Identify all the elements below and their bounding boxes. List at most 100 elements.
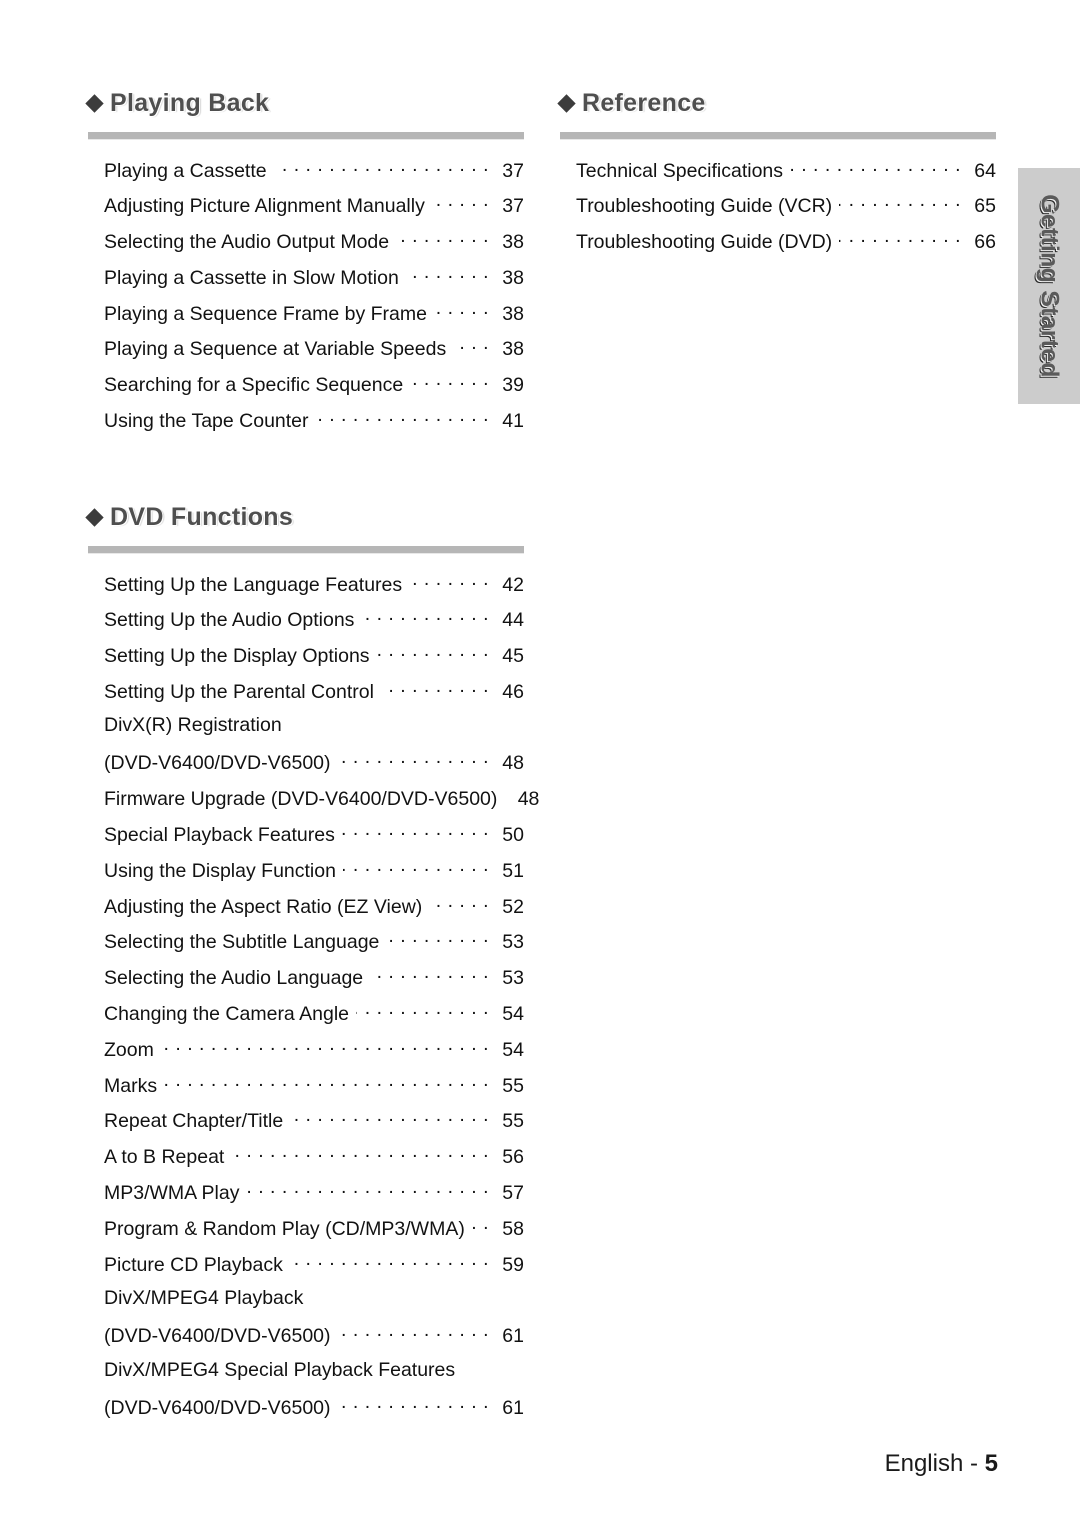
toc-entry[interactable]: Setting Up the Audio Options 44 xyxy=(104,607,524,643)
toc-entry[interactable]: Setting Up the Parental Control 46 xyxy=(104,678,524,714)
toc-dot-leader xyxy=(290,1108,489,1128)
toc-entry-label: Repeat Chapter/Title xyxy=(104,1110,284,1133)
toc-entry[interactable]: Picture CD Playback 59 xyxy=(104,1251,524,1287)
toc-entry-label: Adjusting the Aspect Ratio (EZ View) xyxy=(104,895,423,918)
toc-dot-leader xyxy=(338,1394,489,1414)
section-dvd-functions: DVD Functions Setting Up the Language Fe… xyxy=(85,500,539,1430)
toc-entry-label: Troubleshooting Guide (DVD) xyxy=(576,231,833,254)
toc-entry[interactable]: Selecting the Subtitle Language 53 xyxy=(104,929,524,965)
toc-dot-leader xyxy=(316,408,489,428)
toc-entry[interactable]: Setting Up the Display Options 45 xyxy=(104,643,524,679)
toc-entry-label: Searching for a Specific Sequence xyxy=(104,374,404,397)
toc-entry-label: Setting Up the Parental Control xyxy=(104,680,374,703)
toc-dot-leader xyxy=(429,893,489,913)
section-reference: Reference Technical Specifications 64 Trou… xyxy=(557,86,996,264)
section-rule xyxy=(560,132,996,139)
toc-entry[interactable]: Zoom 54 xyxy=(104,1036,524,1072)
toc-entry[interactable]: Playing a Cassette 37 xyxy=(104,157,524,193)
toc-entry[interactable]: MP3/WMA Play 57 xyxy=(104,1180,524,1216)
toc-entry[interactable]: DivX(R) Registration xyxy=(104,714,524,750)
toc-entry[interactable]: DivX/MPEG4 Playback xyxy=(104,1287,524,1323)
toc-entry[interactable]: Technical Specifications 64 xyxy=(576,157,996,193)
toc-entry-label: Playing a Cassette in Slow Motion xyxy=(104,266,399,289)
toc-dot-leader xyxy=(386,929,489,949)
toc-entry-label: Playing a Cassette xyxy=(104,159,267,182)
toc-entry[interactable]: Changing the Camera Angle 54 xyxy=(104,1001,524,1037)
toc-entry[interactable]: Marks 55 xyxy=(104,1072,524,1108)
toc-entry-page-number: 42 xyxy=(502,573,524,596)
toc-dot-leader xyxy=(434,300,489,320)
toc-entry-label: Firmware Upgrade (DVD-V6400/DVD-V6500) xyxy=(104,788,498,811)
toc-entry[interactable]: Setting Up the Language Features 42 xyxy=(104,571,524,607)
toc-entry-page-number: 57 xyxy=(502,1182,524,1205)
toc-entry[interactable]: Firmware Upgrade (DVD-V6400/DVD-V6500) 48 xyxy=(104,786,539,822)
toc-entry[interactable]: Program & Random Play (CD/MP3/WMA) 58 xyxy=(104,1215,524,1251)
diamond-icon xyxy=(85,508,104,527)
toc-entry-label: Using the Display Function xyxy=(104,859,336,882)
toc-entry[interactable]: Playing a Cassette in Slow Motion 38 xyxy=(104,264,524,300)
toc-entry[interactable]: (DVD-V6400/DVD-V6500) 61 xyxy=(104,1394,524,1430)
toc-dot-leader xyxy=(161,1036,489,1056)
toc-entry-page-number: 37 xyxy=(502,159,524,182)
toc-entry-label: Changing the Camera Angle xyxy=(104,1003,349,1026)
toc-entry-page-number: 38 xyxy=(502,302,524,325)
toc-entry-page-number: 53 xyxy=(502,931,524,954)
toc-list-playing-back: Playing a Cassette37Adjusting Picture Al… xyxy=(88,157,524,443)
toc-entry[interactable]: Adjusting Picture Alignment Manually 37 xyxy=(104,193,524,229)
toc-entry[interactable]: A to B Repeat 56 xyxy=(104,1144,524,1180)
toc-page: Playing Back Playing a Cassette37Adjusti… xyxy=(0,0,1080,1526)
toc-entry[interactable]: Troubleshooting Guide (VCR) 65 xyxy=(576,193,996,229)
toc-dot-leader xyxy=(406,264,489,284)
toc-dot-leader xyxy=(839,193,961,213)
toc-entry-label: Technical Specifications xyxy=(576,159,784,182)
toc-dot-leader xyxy=(361,607,489,627)
toc-entry[interactable]: (DVD-V6400/DVD-V6500) 48 xyxy=(104,750,524,786)
toc-entry-page-number: 50 xyxy=(502,824,524,847)
toc-dot-leader xyxy=(409,571,489,591)
toc-dot-leader xyxy=(164,1072,489,1092)
section-heading-playing-back: Playing Back xyxy=(85,86,524,120)
side-tab-getting-started: Getting Started xyxy=(1018,168,1080,404)
toc-entry[interactable]: Troubleshooting Guide (DVD) 66 xyxy=(576,229,996,265)
toc-entry-page-number: 55 xyxy=(502,1074,524,1097)
toc-entry[interactable]: Using the Tape Counter 41 xyxy=(104,408,524,444)
toc-entry-page-number: 52 xyxy=(502,895,524,918)
side-tab-label: Getting Started xyxy=(1035,194,1064,378)
section-title: Reference xyxy=(582,88,706,117)
toc-entry[interactable]: Playing a Sequence at Variable Speeds 38 xyxy=(104,336,524,372)
toc-entry-label: MP3/WMA Play xyxy=(104,1182,240,1205)
toc-entry[interactable]: (DVD-V6400/DVD-V6500) 61 xyxy=(104,1323,524,1359)
diamond-icon xyxy=(85,94,104,113)
toc-entry-label: DivX(R) Registration xyxy=(104,714,282,737)
toc-entry-page-number: 37 xyxy=(502,195,524,218)
toc-entry-label: Program & Random Play (CD/MP3/WMA) xyxy=(104,1217,465,1240)
toc-dot-leader xyxy=(338,750,489,770)
section-rule xyxy=(88,132,524,139)
toc-entry[interactable]: Searching for a Specific Sequence 39 xyxy=(104,372,524,408)
section-playing-back: Playing Back Playing a Cassette37Adjusti… xyxy=(85,86,524,443)
toc-entry-page-number: 59 xyxy=(502,1253,524,1276)
toc-dot-leader xyxy=(231,1144,489,1164)
toc-entry-label: Selecting the Audio Output Mode xyxy=(104,231,390,254)
toc-entry-page-number: 54 xyxy=(502,1038,524,1061)
toc-entry[interactable]: Adjusting the Aspect Ratio (EZ View) 52 xyxy=(104,893,524,929)
toc-entry-page-number: 46 xyxy=(502,680,524,703)
toc-list-reference: Technical Specifications 64 Troubleshootin… xyxy=(560,157,996,264)
toc-entry-page-number: 44 xyxy=(502,609,524,632)
toc-entry[interactable]: Playing a Sequence Frame by Frame 38 xyxy=(104,300,524,336)
toc-dot-leader xyxy=(396,229,489,249)
toc-entry[interactable]: DivX/MPEG4 Special Playback Features xyxy=(104,1359,524,1395)
toc-entry[interactable]: Using the Display Function 51 xyxy=(104,857,524,893)
toc-entry-page-number: 55 xyxy=(502,1110,524,1133)
toc-entry[interactable]: Selecting the Audio Output Mode 38 xyxy=(104,229,524,265)
toc-entry[interactable]: Special Playback Features 50 xyxy=(104,822,524,858)
toc-dot-leader xyxy=(839,229,961,249)
toc-dot-leader xyxy=(790,157,961,177)
toc-entry-page-number: 61 xyxy=(502,1396,524,1419)
section-heading-dvd-functions: DVD Functions xyxy=(85,500,524,534)
toc-dot-leader xyxy=(432,193,489,213)
toc-entry[interactable]: Selecting the Audio Language 53 xyxy=(104,965,524,1001)
toc-dot-leader xyxy=(356,1001,489,1021)
toc-entry[interactable]: Repeat Chapter/Title 55 xyxy=(104,1108,524,1144)
toc-entry-page-number: 64 xyxy=(974,159,996,182)
